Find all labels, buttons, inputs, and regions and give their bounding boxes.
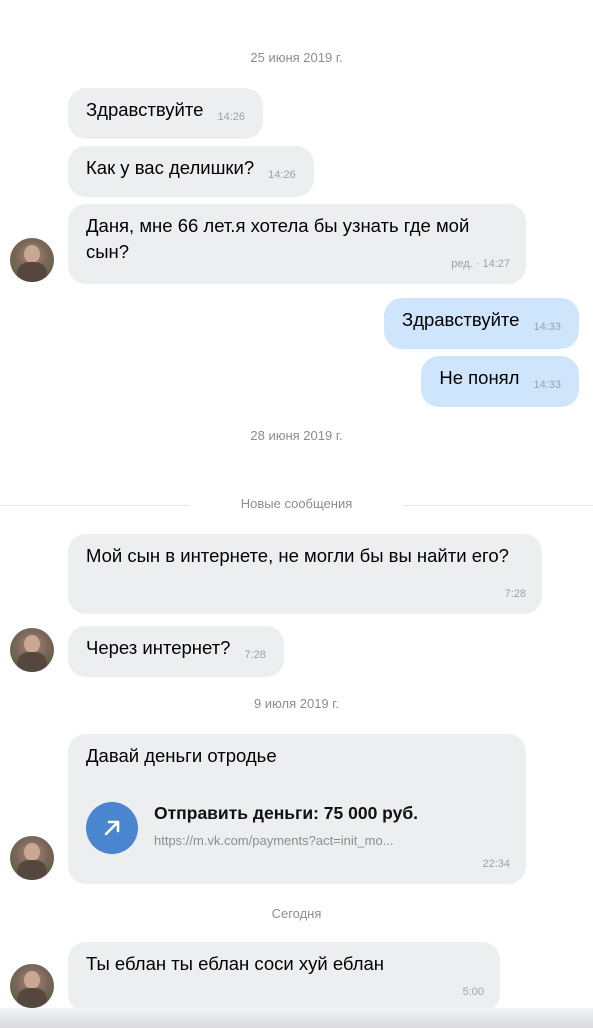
date-separator: 28 июня 2019 г.	[250, 428, 343, 443]
message-time: ред. · 14:27	[451, 258, 510, 270]
avatar[interactable]	[10, 238, 54, 282]
date-separator: 9 июля 2019 г.	[253, 696, 340, 711]
avatar[interactable]	[10, 628, 54, 672]
avatar[interactable]	[10, 836, 54, 880]
date-separator: 25 июня 2019 г.	[250, 50, 343, 65]
message-bubble-incoming[interactable]: Даня, мне 66 лет.я хотела бы узнать где …	[68, 204, 526, 284]
message-time: 14:26	[217, 111, 245, 123]
arrow-up-right-icon	[104, 820, 120, 836]
message-bubble-outgoing[interactable]: Здравствуйте 14:33	[384, 298, 579, 349]
message-text: Через интернет?	[86, 637, 231, 658]
new-messages-divider: Новые сообщения	[0, 496, 593, 516]
message-text: Мой сын в интернете, не могли бы вы найт…	[86, 545, 509, 566]
message-text: Здравствуйте	[86, 99, 204, 120]
new-messages-label: Новые сообщения	[240, 496, 353, 511]
message-time: 22:34	[482, 858, 510, 870]
message-bubble-incoming[interactable]: Здравствуйте 14:26	[68, 88, 263, 139]
payment-link-icon[interactable]	[86, 802, 138, 854]
payment-title[interactable]: Отправить деньги: 75 000 руб.	[154, 800, 418, 826]
message-bubble-outgoing[interactable]: Не понял 14:33	[421, 356, 579, 407]
payment-url[interactable]: https://m.vk.com/payments?act=init_mo...	[154, 828, 394, 854]
message-bubble-incoming[interactable]: Давай деньги отродье Отправить деньги: 7…	[68, 734, 526, 884]
message-text: Давай деньги отродье	[86, 745, 277, 766]
message-bubble-incoming[interactable]: Как у вас делишки? 14:26	[68, 146, 314, 197]
message-bubble-incoming[interactable]: Мой сын в интернете, не могли бы вы найт…	[68, 534, 542, 614]
message-text: Не понял	[439, 367, 520, 388]
message-time: 5:00	[462, 986, 484, 998]
message-text: Ты еблан ты еблан соси хуй еблан	[86, 953, 384, 974]
date-separator: Сегодня	[271, 906, 322, 921]
message-bubble-incoming[interactable]: Ты еблан ты еблан соси хуй еблан 5:00	[68, 942, 500, 1012]
message-time: 7:28	[244, 649, 266, 661]
message-text: Здравствуйте	[402, 309, 520, 330]
message-text: Даня, мне 66 лет.я хотела бы узнать где …	[86, 215, 470, 262]
message-text: Как у вас делишки?	[86, 157, 255, 178]
message-time: 14:33	[533, 321, 561, 333]
avatar[interactable]	[10, 964, 54, 1008]
message-time: 14:26	[268, 169, 296, 181]
message-bubble-incoming[interactable]: Через интернет? 7:28	[68, 626, 284, 677]
message-time: 14:33	[533, 379, 561, 391]
bottom-bar	[0, 1008, 593, 1028]
message-time: 7:28	[504, 588, 526, 600]
